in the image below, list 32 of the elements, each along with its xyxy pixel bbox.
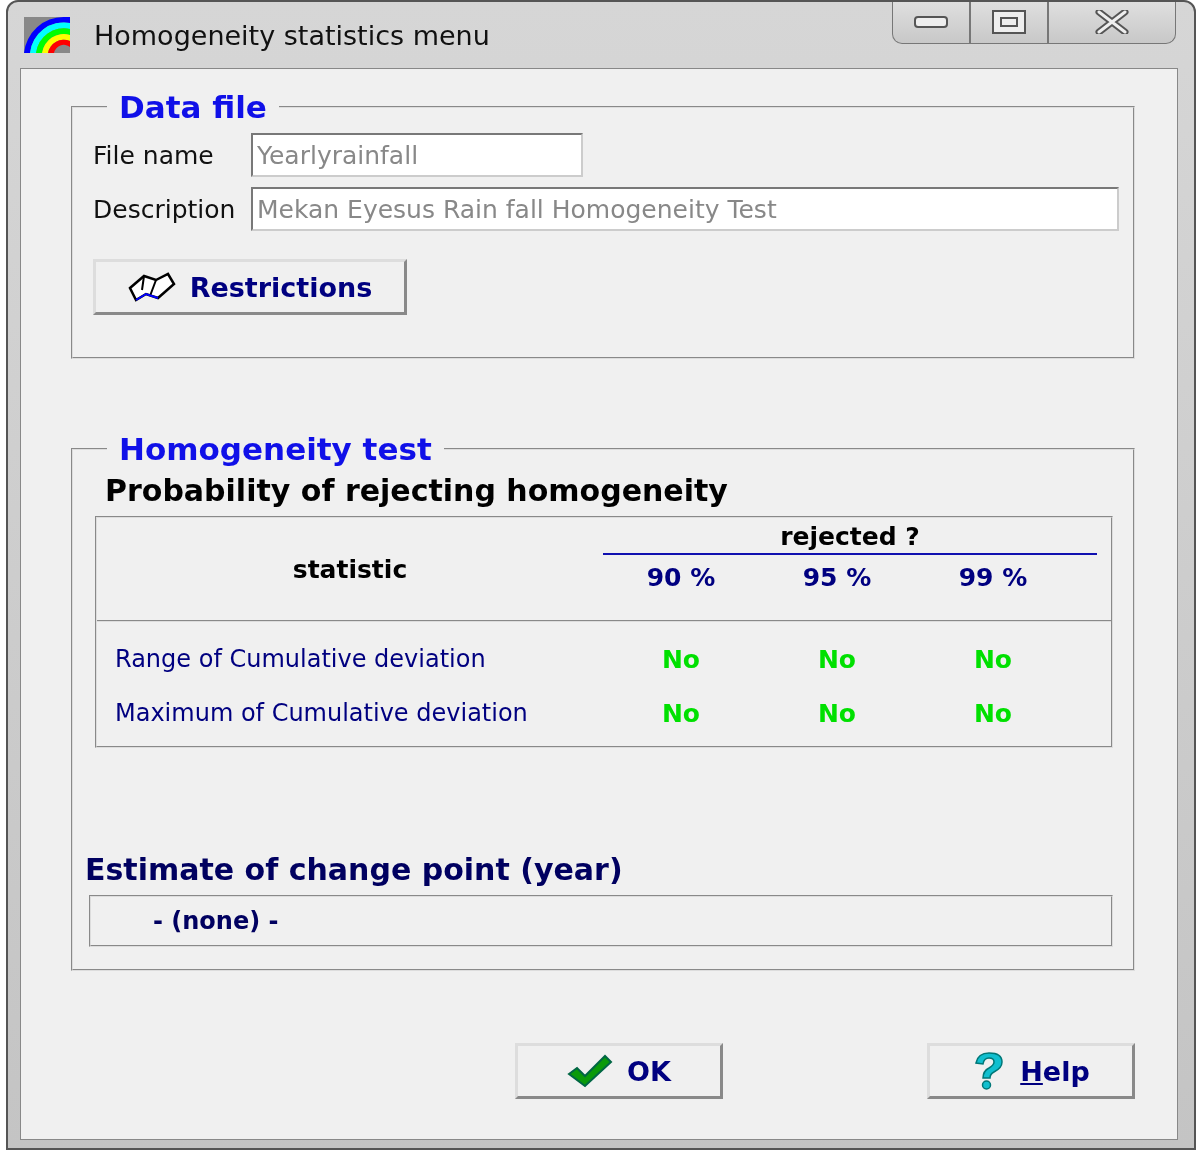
ok-button[interactable]: OK bbox=[515, 1043, 723, 1099]
change-point-value: - (none) - bbox=[153, 907, 279, 935]
maximize-icon bbox=[992, 9, 1026, 34]
column-header: 95 % bbox=[801, 563, 873, 592]
table-cell-text: No bbox=[816, 644, 858, 674]
restrictions-button[interactable]: Restrictions bbox=[93, 259, 407, 315]
table-cell-text: No bbox=[972, 644, 1014, 674]
table-cell-text: No bbox=[660, 698, 702, 728]
checkmark-icon bbox=[567, 1054, 614, 1088]
minimize-button[interactable] bbox=[892, 2, 970, 44]
field-label: File name bbox=[93, 140, 215, 170]
table-cell-text: No bbox=[972, 698, 1014, 728]
column-header: 99 % bbox=[957, 563, 1029, 592]
close-button[interactable] bbox=[1048, 2, 1176, 44]
minimize-icon bbox=[914, 15, 948, 28]
section-heading: Probability of rejecting homogeneity bbox=[105, 473, 729, 508]
table-cell-text: No bbox=[660, 644, 702, 674]
maximize-button[interactable] bbox=[970, 2, 1048, 44]
close-icon bbox=[1095, 9, 1129, 34]
column-header: statistic bbox=[291, 553, 409, 586]
group-header: rejected ? bbox=[603, 518, 1097, 555]
group-title: Homogeneity test bbox=[118, 431, 433, 467]
table-cell-text: Maximum of Cumulative deviation bbox=[114, 699, 529, 727]
section-heading: Estimate of change point (year) bbox=[85, 852, 624, 887]
window-title: Homogeneity statistics menu bbox=[94, 19, 491, 51]
rainbow-icon bbox=[24, 17, 70, 53]
help-button[interactable]: Help bbox=[927, 1043, 1135, 1099]
column-header: 90 % bbox=[645, 563, 717, 592]
table-cell-text: No bbox=[816, 698, 858, 728]
group-title: Data file bbox=[118, 89, 268, 125]
table-cell-text: Range of Cumulative deviation bbox=[114, 645, 487, 673]
field-label: Description bbox=[93, 194, 237, 224]
